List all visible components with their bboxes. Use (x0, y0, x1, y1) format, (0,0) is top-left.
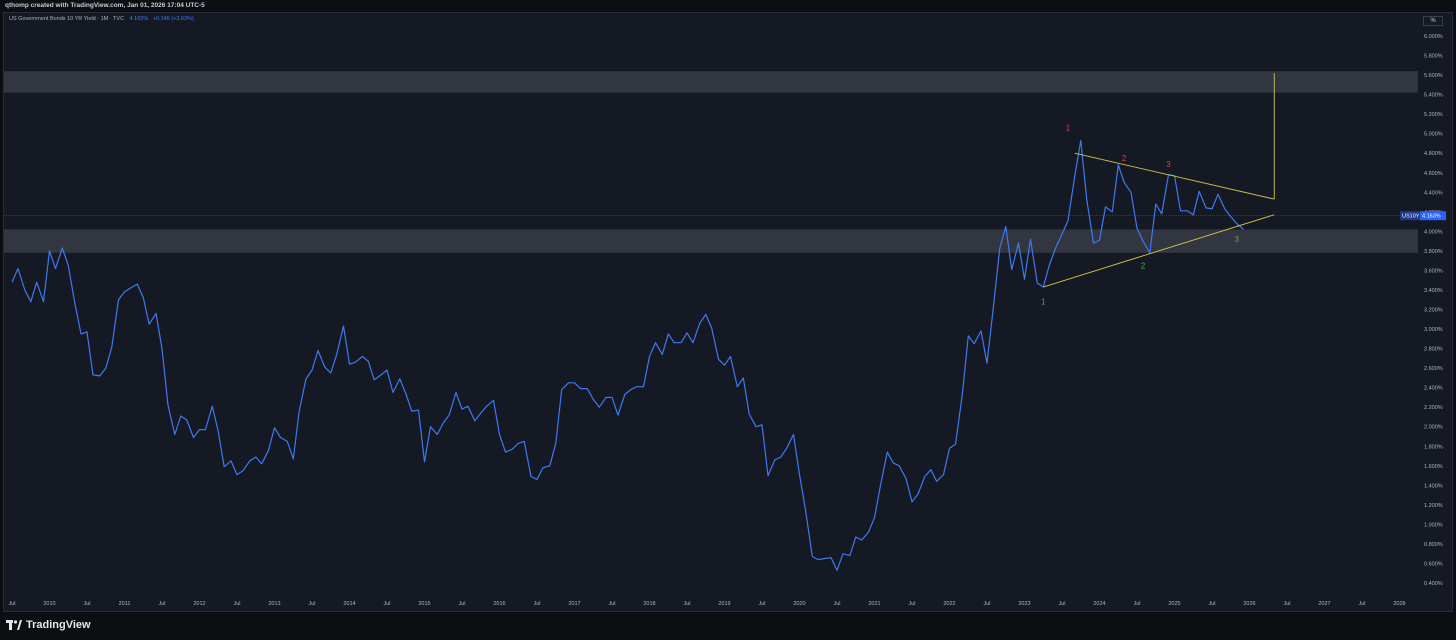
support-zone (4, 229, 1418, 253)
legend-value: 4.163% (129, 16, 149, 22)
y-tick-label: 2.600% (1424, 366, 1443, 372)
tradingview-logo[interactable]: TradingView (6, 619, 91, 631)
x-tick-label: 2026 (1243, 601, 1255, 607)
x-tick-label: 2015 (418, 601, 430, 607)
y-tick-label: 3.200% (1424, 308, 1443, 314)
x-tick-label: Jul (908, 601, 915, 607)
wave-label-peak: 2 (1122, 154, 1127, 163)
y-tick-label: 5.400% (1424, 93, 1443, 99)
y-tick-label: 3.600% (1424, 268, 1443, 274)
y-tick-label: 0.600% (1424, 561, 1443, 567)
x-tick-label: Jul (833, 601, 840, 607)
y-tick-label: 1.400% (1424, 483, 1443, 489)
y-tick-label: 5.800% (1424, 54, 1443, 60)
x-tick-label: 2028 (1393, 601, 1405, 607)
wave-label-trough: 2 (1141, 261, 1146, 270)
footer-bar (0, 612, 1456, 640)
chart-svg[interactable]: 6.000% 5.800% 5.600% 5.400% 5.200% 5.000% 4.80… (0, 0, 1456, 640)
legend-symbol: US Government Bonds 10 YR Yield · 1M · T… (9, 16, 125, 22)
x-tick-label: 2019 (718, 601, 730, 607)
legend-change: +0.146 (+3.63%) (152, 16, 194, 22)
x-tick-label: 2022 (943, 601, 955, 607)
x-tick-label: 2018 (643, 601, 655, 607)
x-tick-label: Jul (608, 601, 615, 607)
y-tick-label: 4.400% (1424, 190, 1443, 196)
wave-label-peak: 1 (1066, 124, 1071, 133)
x-tick-label: Jul (8, 601, 15, 607)
y-tick-label: 2.200% (1424, 405, 1443, 411)
x-tick-label: 2023 (1018, 601, 1030, 607)
y-tick-label: 2.000% (1424, 425, 1443, 431)
y-tick-label: 1.600% (1424, 464, 1443, 470)
x-tick-label: Jul (1133, 601, 1140, 607)
y-tick-label: 4.800% (1424, 151, 1443, 157)
y-tick-label: 5.000% (1424, 132, 1443, 138)
y-tick-label: 1.000% (1424, 522, 1443, 528)
x-tick-label: 2025 (1168, 601, 1180, 607)
x-tick-label: 2016 (493, 601, 505, 607)
wave-label-trough: 1 (1041, 298, 1046, 307)
x-tick-label: Jul (1283, 601, 1290, 607)
y-tick-label: 4.000% (1424, 229, 1443, 235)
y-tick-label: 4.600% (1424, 171, 1443, 177)
wave-label-peak: 3 (1166, 160, 1171, 169)
ticker-badge-text: US10Y (1402, 214, 1420, 220)
x-tick-label: Jul (1058, 601, 1065, 607)
wave-label-trough: 3 (1235, 235, 1240, 244)
y-tick-label: 3.800% (1424, 249, 1443, 255)
x-tick-label: Jul (158, 601, 165, 607)
x-tick-label: 2020 (793, 601, 805, 607)
x-tick-label: Jul (308, 601, 315, 607)
resistance-zone (4, 71, 1418, 93)
x-tick-label: Jul (1358, 601, 1365, 607)
y-tick-label: 2.400% (1424, 386, 1443, 392)
y-tick-label: 0.400% (1424, 581, 1443, 587)
x-tick-label: 2012 (193, 601, 205, 607)
brand-name: TradingView (26, 619, 91, 631)
tradingview-logo-icon (6, 620, 22, 630)
x-tick-label: 2011 (119, 601, 131, 607)
y-tick-label: 1.200% (1424, 503, 1443, 509)
x-tick-label: 2013 (268, 601, 280, 607)
yield-series-line (11, 139, 1244, 571)
y-tick-label: 1.800% (1424, 444, 1443, 450)
unit-toggle-button[interactable]: % (1423, 16, 1443, 26)
x-tick-label: Jul (683, 601, 690, 607)
x-tick-label: 2027 (1318, 601, 1330, 607)
x-tick-label: Jul (758, 601, 765, 607)
y-tick-label: 5.600% (1424, 73, 1443, 79)
chart-legend: US Government Bonds 10 YR Yield · 1M · T… (9, 16, 194, 22)
y-tick-label: 2.800% (1424, 347, 1443, 353)
x-tick-label: 2010 (43, 601, 55, 607)
x-tick-label: Jul (983, 601, 990, 607)
x-tick-label: Jul (233, 601, 240, 607)
y-tick-label: 5.200% (1424, 112, 1443, 118)
x-tick-label: Jul (1208, 601, 1215, 607)
upper-trendline (1074, 152, 1275, 200)
price-badge-text: 4.163% (1422, 214, 1441, 220)
y-tick-label: 3.000% (1424, 327, 1443, 333)
y-tick-label: 6.000% (1424, 34, 1443, 40)
x-tick-label: 2021 (868, 601, 880, 607)
x-tick-label: 2024 (1093, 601, 1105, 607)
x-tick-label: Jul (83, 601, 90, 607)
x-tick-label: 2017 (568, 601, 580, 607)
x-tick-label: 2014 (343, 601, 355, 607)
x-tick-label: Jul (533, 601, 540, 607)
y-tick-label: 3.400% (1424, 288, 1443, 294)
x-tick-label: Jul (383, 601, 390, 607)
x-tick-label: Jul (458, 601, 465, 607)
y-tick-label: 0.800% (1424, 542, 1443, 548)
